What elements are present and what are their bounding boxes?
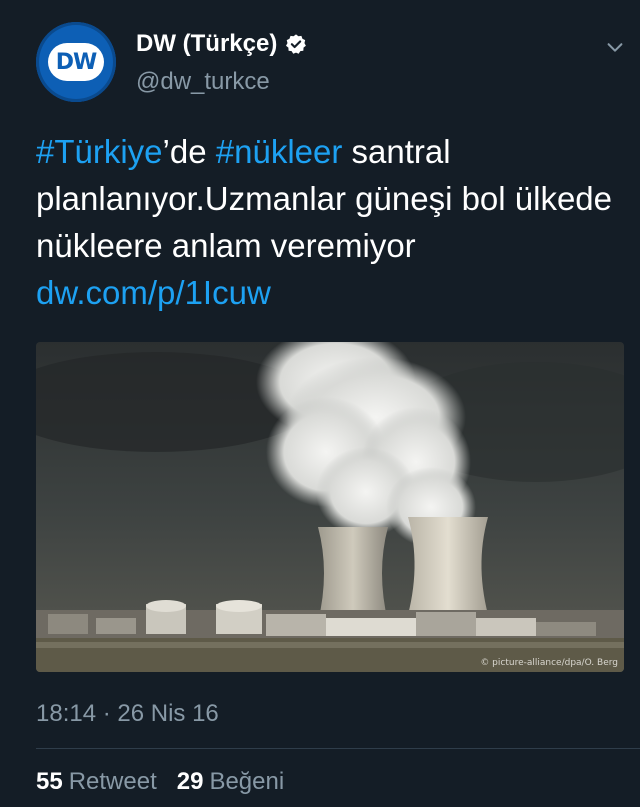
nuclear-plant-photo bbox=[36, 342, 624, 672]
display-name[interactable]: DW (Türkçe) bbox=[136, 30, 277, 58]
tweet-media-image[interactable]: © picture-alliance/dpa/O. Berg bbox=[36, 342, 624, 672]
tweet-timestamp[interactable]: 18:14 · 26 Nis 16 bbox=[36, 700, 219, 728]
tweet-text-part: ’de bbox=[162, 133, 216, 170]
dw-logo: DW bbox=[48, 43, 104, 81]
like-count[interactable]: 29 bbox=[177, 768, 204, 796]
tweet-link[interactable]: dw.com/p/1Icuw bbox=[36, 274, 271, 311]
verified-icon bbox=[286, 34, 307, 54]
tweet-text: #Türkiye’de #nükleer santral planlanıyor… bbox=[36, 128, 616, 316]
hashtag-nukleer[interactable]: #nükleer bbox=[216, 133, 343, 170]
like-label[interactable]: Beğeni bbox=[209, 768, 284, 796]
avatar[interactable]: DW bbox=[36, 22, 116, 102]
name-row: DW (Türkçe) bbox=[136, 30, 307, 58]
username[interactable]: @dw_turkce bbox=[136, 68, 270, 96]
retweet-count[interactable]: 55 bbox=[36, 768, 63, 796]
hashtag-turkiye[interactable]: #Türkiye bbox=[36, 133, 163, 170]
chevron-down-icon[interactable] bbox=[604, 36, 626, 58]
photo-credit: © picture-alliance/dpa/O. Berg bbox=[480, 658, 618, 668]
tweet-stats: 55 Retweet 29 Beğeni bbox=[36, 768, 304, 796]
divider bbox=[36, 748, 640, 749]
retweet-label[interactable]: Retweet bbox=[69, 768, 157, 796]
tweet-header: DW DW (Türkçe) @dw_turkce bbox=[36, 22, 626, 102]
